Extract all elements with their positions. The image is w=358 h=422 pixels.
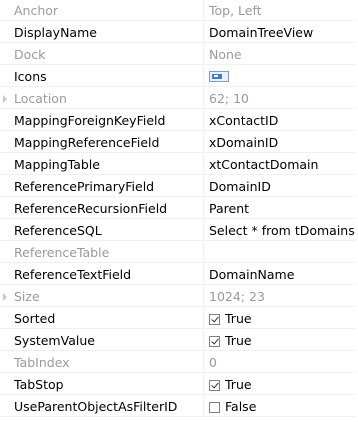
property-row-use-parent-object-as-filter-id[interactable]: UseParentObjectAsFilterID False [0,396,356,418]
property-value-text: DomainID [209,179,271,194]
property-name: UseParentObjectAsFilterID [0,396,204,417]
property-name: ReferenceTextField [0,264,204,285]
property-value[interactable]: None [204,44,356,65]
property-row-tab-stop[interactable]: TabStop True [0,374,356,396]
property-row-reference-recursion-field[interactable]: ReferenceRecursionField Parent [0,198,356,220]
property-value[interactable]: DomainTreeView [204,22,356,43]
property-value[interactable] [204,242,356,263]
property-value-text: True [225,377,252,392]
checkbox-icon[interactable] [209,336,220,347]
property-value[interactable]: 0 [204,352,356,373]
property-value[interactable]: DomainID [204,176,356,197]
property-value-text: 1024; 23 [209,289,265,304]
property-name: ReferenceSQL [0,220,204,241]
property-value-text: 0 [209,355,217,370]
property-row-icons[interactable]: Icons [0,66,356,88]
property-row-sorted[interactable]: Sorted True [0,308,356,330]
property-value[interactable]: 1024; 23 [204,286,356,307]
property-value[interactable]: DomainName [204,264,356,285]
property-name: Sorted [0,308,204,329]
property-row-reference-text-field[interactable]: ReferenceTextField DomainName [0,264,356,286]
property-grid: Anchor Top, Left DisplayName DomainTreeView… [0,0,358,422]
property-name: Size [0,286,204,307]
property-value-text: DomainName [209,267,295,282]
icon-list-preview-icon[interactable] [209,71,229,82]
property-value-text: DomainTreeView [209,25,314,40]
property-value[interactable]: Top, Left [204,0,356,21]
property-value[interactable]: 62; 10 [204,88,356,109]
property-name: DisplayName [0,22,204,43]
property-name: MappingReferenceField [0,132,204,153]
property-value-text: Top, Left [209,3,262,18]
property-row-reference-table[interactable]: ReferenceTable [0,242,356,264]
property-value-text: True [225,311,252,326]
property-value[interactable]: Select * from tDomains [204,220,356,241]
property-value-text: xtContactDomain [209,157,319,172]
property-name: Location [0,88,204,109]
property-value[interactable]: True [204,308,356,329]
property-value-text: Select * from tDomains [209,223,355,238]
property-name: MappingForeignKeyField [0,110,204,131]
property-name: Icons [0,66,204,87]
property-name: Dock [0,44,204,65]
property-row-display-name[interactable]: DisplayName DomainTreeView [0,22,356,44]
property-value-text: None [209,47,242,62]
checkbox-icon[interactable] [209,314,220,325]
property-row-system-value[interactable]: SystemValue True [0,330,356,352]
property-value-text: xContactID [209,113,279,128]
property-value[interactable]: xContactID [204,110,356,131]
property-name: Anchor [0,0,204,21]
property-value-text: Parent [209,201,250,216]
checkbox-icon[interactable] [209,380,220,391]
property-row-mapping-reference-field[interactable]: MappingReferenceField xDomainID [0,132,356,154]
checkbox-icon[interactable] [209,402,220,413]
property-value[interactable]: True [204,374,356,395]
property-value-text: False [225,399,257,414]
property-row-size[interactable]: Size 1024; 23 [0,286,356,308]
property-value-text: 62; 10 [209,91,249,106]
property-value[interactable]: xtContactDomain [204,154,356,175]
property-value[interactable]: xDomainID [204,132,356,153]
property-row-anchor[interactable]: Anchor Top, Left [0,0,356,22]
property-value-text: xDomainID [209,135,279,150]
property-row-reference-sql[interactable]: ReferenceSQL Select * from tDomains [0,220,356,242]
property-name: TabStop [0,374,204,395]
property-row-tab-index[interactable]: TabIndex 0 [0,352,356,374]
property-row-mapping-foreign-key-field[interactable]: MappingForeignKeyField xContactID [0,110,356,132]
property-row-dock[interactable]: Dock None [0,44,356,66]
property-value-text: True [225,333,252,348]
property-row-reference-primary-field[interactable]: ReferencePrimaryField DomainID [0,176,356,198]
property-value[interactable]: True [204,330,356,351]
property-name: ReferenceRecursionField [0,198,204,219]
property-name: ReferenceTable [0,242,204,263]
property-value[interactable]: False [204,396,356,417]
property-row-location[interactable]: Location 62; 10 [0,88,356,110]
property-name: SystemValue [0,330,204,351]
property-value[interactable]: Parent [204,198,356,219]
property-value[interactable] [204,66,356,87]
property-name: TabIndex [0,352,204,373]
property-row-mapping-table[interactable]: MappingTable xtContactDomain [0,154,356,176]
property-name: MappingTable [0,154,204,175]
property-name: ReferencePrimaryField [0,176,204,197]
